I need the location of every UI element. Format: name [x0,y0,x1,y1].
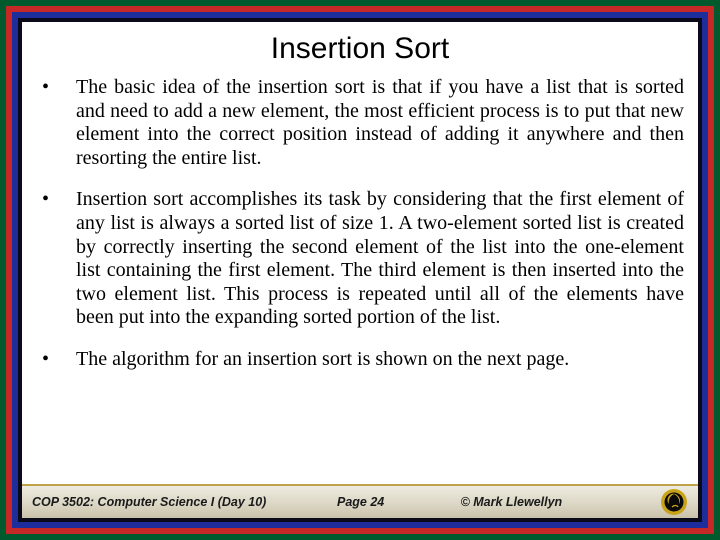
footer-course: COP 3502: Computer Science I (Day 10) [32,495,281,509]
slide-title: Insertion Sort [36,32,684,66]
bullet-item: Insertion sort accomplishes its task by … [36,188,684,330]
footer-page: Page 24 [281,495,441,509]
bullet-item: The basic idea of the insertion sort is … [36,76,684,170]
content-area: Insertion Sort The basic idea of the ins… [22,22,698,518]
footer-bar: COP 3502: Computer Science I (Day 10) Pa… [22,484,698,518]
bullet-item: The algorithm for an insertion sort is s… [36,348,684,372]
slide: Insertion Sort The basic idea of the ins… [0,0,720,540]
ucf-pegasus-logo-icon [660,488,688,516]
bullet-list: The basic idea of the insertion sort is … [36,76,684,372]
footer-copyright: © Mark Llewellyn [441,495,656,509]
